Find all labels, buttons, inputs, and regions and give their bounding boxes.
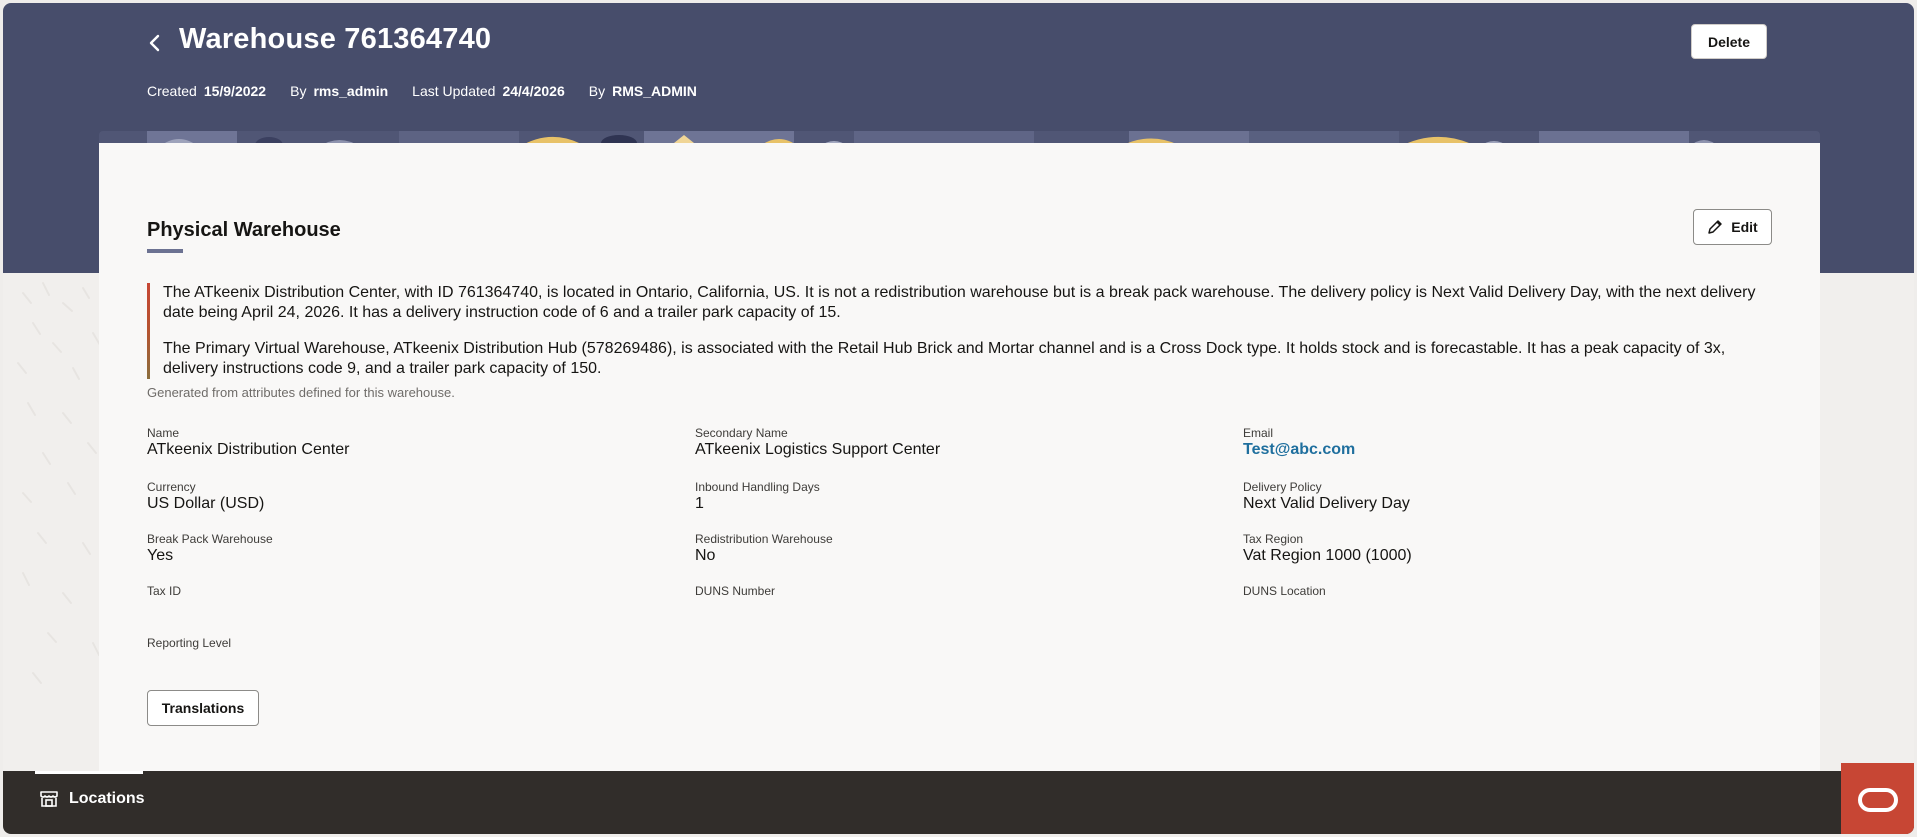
oracle-logo[interactable] [1841,763,1914,834]
field-duns-number: DUNS Number [695,584,775,598]
field-value: Yes [147,547,174,564]
created-by-label: By [290,83,307,99]
section-title-underline [147,249,183,253]
field-label: Reporting Level [147,636,232,650]
ai-summary: The ATkeenix Distribution Center, with I… [147,283,1757,395]
email-link[interactable]: Test@abc.com [1243,440,1355,460]
field-redistribution-warehouse: Redistribution Warehouse No [695,532,833,566]
updated-by-user: RMS_ADMIN [612,83,697,99]
field-delivery-policy: Delivery Policy Next Valid Delivery Day [1243,480,1410,514]
field-label: Name [147,426,180,440]
field-value: ATkeenix Logistics Support Center [695,441,941,458]
updated-by-label: By [588,83,606,99]
edit-button[interactable]: Edit [1693,209,1772,245]
field-label: Secondary Name [695,426,788,440]
field-value: Next Valid Delivery Day [1243,495,1410,512]
oracle-logo-icon [1857,788,1898,812]
field-label: Currency [147,480,196,494]
created-date: 15/9/2022 [203,83,267,99]
field-value: US Dollar (USD) [147,495,265,512]
field-label: Tax ID [147,584,182,598]
field-value: 1 [695,495,704,512]
field-value: ATkeenix Distribution Center [147,441,350,458]
summary-paragraph: The Primary Virtual Warehouse, ATkeenix … [163,340,1726,377]
field-value: Vat Region 1000 (1000) [1243,547,1412,564]
chevron-left-icon [149,34,160,52]
edit-button-label: Edit [1731,219,1758,235]
field-label: Redistribution Warehouse [695,532,833,546]
summary-paragraph: The ATkeenix Distribution Center, with I… [163,284,1756,321]
back-button[interactable] [143,31,167,55]
created-by-user: rms_admin [313,83,389,99]
field-label: Tax Region [1243,532,1304,546]
field-tax-region: Tax Region Vat Region 1000 (1000) [1243,532,1412,566]
tab-locations-label: Locations [69,790,145,807]
summary-accent-bar [147,283,150,379]
field-name: Name ATkeenix Distribution Center [147,426,349,460]
field-break-pack-warehouse: Break Pack Warehouse Yes [147,532,273,566]
summary-note: Generated from attributes defined for th… [147,385,455,400]
field-label: Email [1243,426,1274,440]
field-reporting-level: Reporting Level [147,636,231,650]
field-label: DUNS Location [1243,584,1326,598]
active-tab-indicator [35,771,143,774]
field-currency: Currency US Dollar (USD) [147,480,264,514]
translations-button[interactable]: Translations [147,690,259,726]
record-metadata: Created 15/9/2022 By rms_admin Last Upda… [147,83,721,99]
app-frame: Warehouse 761364740 Created 15/9/2022 By… [3,3,1914,834]
delete-button[interactable]: Delete [1691,24,1767,59]
updated-label: Last Updated [412,83,496,99]
field-inbound-handling-days: Inbound Handling Days 1 [695,480,820,514]
updated-date: 24/4/2026 [502,83,565,99]
physical-warehouse-card: Physical Warehouse Edit The ATkeenix Dis… [99,143,1820,783]
field-label: Inbound Handling Days [695,480,820,494]
field-email: Email Test@abc.com [1243,426,1355,460]
created-label: Created [147,83,197,99]
section-title: Physical Warehouse [147,219,341,241]
field-label: Delivery Policy [1243,480,1322,494]
field-tax-id: Tax ID [147,584,181,598]
pencil-icon [1708,220,1723,234]
field-label: Break Pack Warehouse [147,532,273,546]
store-icon [40,791,58,807]
field-label: DUNS Number [695,584,776,598]
page-title: Warehouse 761364740 [179,23,492,55]
tab-locations[interactable]: Locations [39,789,145,809]
field-duns-location: DUNS Location [1243,584,1326,598]
field-secondary-name: Secondary Name ATkeenix Logistics Suppor… [695,426,940,460]
field-value: No [695,547,716,564]
bottom-navigation-bar: Locations [3,771,1914,834]
